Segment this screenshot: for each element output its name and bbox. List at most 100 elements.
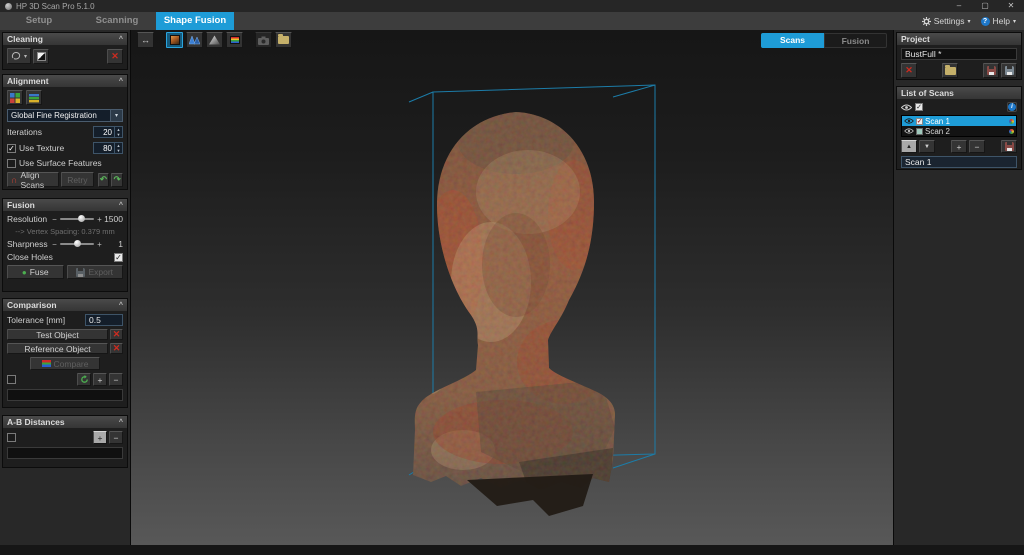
scan-color-swatch[interactable] [916,128,923,135]
stepper-arrows[interactable]: ▲▼ [114,143,122,153]
texture-view-icon [170,35,180,45]
global-scan-checkbox[interactable]: ✓ [915,103,923,111]
project-name-input[interactable] [901,48,1017,60]
collapse-caret-icon[interactable]: ^ [119,202,123,209]
shaded-view-button[interactable] [206,32,223,48]
viewport-3d[interactable]: ↔ Scans Fusion [131,30,893,545]
add-distance-button[interactable]: + [93,431,107,444]
add-scan-button[interactable]: + [951,140,967,153]
slider-minus-icon[interactable]: − [51,240,58,249]
project-title: Project [901,34,930,44]
scan-3d-scene[interactable] [131,30,893,545]
alignment-panel-header[interactable]: Alignment ^ [3,75,127,87]
tab-setup[interactable]: Setup [0,12,78,30]
save-project-as-button[interactable] [1001,63,1017,78]
texture-view-button[interactable] [166,32,183,48]
export-button[interactable]: Export [67,265,124,279]
global-visibility-eye-icon[interactable] [901,104,912,111]
clear-reference-object-button[interactable]: ✕ [110,343,123,354]
retry-button[interactable]: Retry [61,172,93,187]
test-object-button[interactable]: Test Object [7,329,108,340]
colormap-view-button[interactable] [226,32,243,48]
scan-name-input[interactable] [901,156,1017,168]
screenshot-button[interactable] [255,32,272,48]
remove-distance-button[interactable]: − [109,431,123,444]
collapse-caret-icon[interactable]: ^ [119,302,123,309]
step-down-icon[interactable]: ▼ [115,148,122,153]
close-project-button[interactable]: ✕ [901,63,917,78]
stepper-arrows[interactable]: ▲▼ [114,127,122,137]
pairwise-view-button[interactable] [7,90,23,105]
scan-list-item-2[interactable]: Scan 2 [902,126,1016,136]
list-of-scans-header[interactable]: List of Scans [897,87,1021,99]
comparison-panel-header[interactable]: Comparison ^ [3,299,127,311]
eye-icon[interactable] [904,118,914,124]
move-scan-up-button[interactable]: ▲ [901,140,917,153]
slider-plus-icon[interactable]: + [96,215,103,224]
slider-plus-icon[interactable]: + [96,240,103,249]
use-surface-features-checkbox[interactable] [7,159,16,168]
settings-menu[interactable]: Settings ▾ [922,16,971,26]
refresh-comparison-button[interactable] [77,373,91,386]
ab-checkbox[interactable] [7,433,16,442]
redo-button[interactable]: ↷ [111,173,123,187]
tolerance-input[interactable] [85,314,123,326]
use-texture-checkbox[interactable]: ✓ [7,144,16,153]
export-scan-button[interactable] [1001,140,1017,153]
align-scans-button[interactable]: ∩ Align Scans [7,172,59,187]
move-scan-down-button[interactable]: ▼ [919,140,935,153]
save-project-button[interactable] [983,63,999,78]
fuse-button[interactable]: ● Fuse [7,265,64,279]
project-panel-header[interactable]: Project [897,33,1021,45]
sharpness-slider-thumb[interactable] [74,240,81,247]
fuse-sphere-icon: ● [22,268,27,277]
comparison-result-field[interactable] [7,389,123,401]
expand-toolbar-button[interactable]: ↔ [137,32,154,48]
collapse-caret-icon[interactable]: ^ [119,36,123,43]
scan-list-item-1[interactable]: ✓ Scan 1 [902,116,1016,126]
comparison-checkbox[interactable] [7,375,16,384]
slider-minus-icon[interactable]: − [51,215,58,224]
reference-object-button[interactable]: Reference Object [7,343,108,354]
delete-selection-button[interactable]: ✕ [107,49,123,64]
sharpness-slider-track[interactable] [60,243,94,245]
scan-info-button[interactable]: i [1007,102,1017,112]
mesh-view-button[interactable] [186,32,203,48]
compare-button[interactable]: Compare [30,357,100,370]
remove-comparison-button[interactable]: − [109,373,123,386]
close-button[interactable]: ✕ [998,0,1024,12]
open-project-button[interactable] [942,63,958,78]
overlay-view-button[interactable] [26,90,42,105]
texture-weight-stepper[interactable]: 80 ▲▼ [93,142,123,154]
eye-icon[interactable] [904,128,914,134]
tab-scanning[interactable]: Scanning [78,12,156,30]
fusion-toggle-button[interactable]: Fusion [824,33,887,48]
fusion-panel-header[interactable]: Fusion ^ [3,199,127,211]
open-folder-button[interactable] [275,32,292,48]
ab-distances-panel-header[interactable]: A-B Distances ^ [3,416,127,428]
ab-distance-field[interactable] [7,447,123,459]
minimize-button[interactable]: – [946,0,972,12]
collapse-caret-icon[interactable]: ^ [119,78,123,85]
scan-checkbox[interactable]: ✓ [916,118,923,125]
cleaning-panel-header[interactable]: Cleaning ^ [3,33,127,45]
plane-cut-button[interactable] [33,49,49,64]
undo-button[interactable]: ↶ [98,173,110,187]
maximize-button[interactable]: ▢ [972,0,998,12]
lasso-select-button[interactable]: ▾ [7,48,31,64]
resolution-slider-thumb[interactable] [78,215,85,222]
tab-shape-fusion[interactable]: Shape Fusion [156,12,234,30]
clear-test-object-button[interactable]: ✕ [110,329,123,340]
help-menu[interactable]: ? Help ▾ [981,16,1017,26]
resolution-slider-track[interactable] [60,218,94,220]
resolution-slider[interactable]: − + [51,215,103,224]
step-down-icon[interactable]: ▼ [115,132,122,137]
close-holes-checkbox[interactable]: ✓ [114,253,123,262]
sharpness-slider[interactable]: − + [51,240,103,249]
registration-mode-select[interactable]: Global Fine Registration ▾ [7,109,123,122]
collapse-caret-icon[interactable]: ^ [119,419,123,426]
iterations-stepper[interactable]: 20 ▲▼ [93,126,123,138]
scans-toggle-button[interactable]: Scans [761,33,824,48]
add-comparison-button[interactable]: + [93,373,107,386]
remove-scan-button[interactable]: − [969,140,985,153]
